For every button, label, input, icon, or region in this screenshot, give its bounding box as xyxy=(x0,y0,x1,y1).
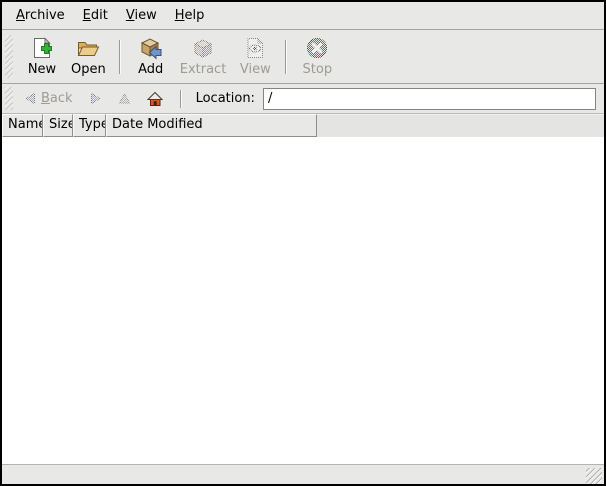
toolbar-separator xyxy=(285,40,287,74)
file-list-area[interactable] xyxy=(2,137,604,464)
menu-edit[interactable]: Edit xyxy=(75,5,116,26)
open-button[interactable]: Open xyxy=(65,35,112,78)
back-button-label: Back xyxy=(41,91,73,106)
up-arrow-icon xyxy=(118,92,131,105)
location-input[interactable] xyxy=(263,88,596,110)
forward-button xyxy=(84,89,107,108)
statusbar xyxy=(2,464,604,484)
open-button-label: Open xyxy=(71,62,106,77)
new-button[interactable]: New xyxy=(19,35,65,78)
home-icon xyxy=(147,91,163,107)
toolbar-drag-handle[interactable] xyxy=(5,35,13,78)
view-file-icon xyxy=(243,36,267,60)
menu-archive[interactable]: Archive xyxy=(8,5,73,26)
new-archive-icon xyxy=(30,36,54,60)
menu-help[interactable]: Help xyxy=(167,5,213,26)
back-button: Back xyxy=(19,88,78,109)
extract-package-icon xyxy=(191,36,215,60)
back-arrow-icon xyxy=(24,92,37,105)
stop-button: Stop xyxy=(294,35,340,78)
stop-icon xyxy=(305,36,329,60)
navigation-bar: Back xyxy=(2,84,604,114)
new-button-label: New xyxy=(28,62,56,77)
home-button[interactable] xyxy=(142,88,168,110)
main-toolbar: New Open Add xyxy=(2,30,604,84)
open-folder-icon xyxy=(76,36,100,60)
location-label: Location: xyxy=(196,91,255,106)
column-header-row: Name Size Type Date Modified xyxy=(2,114,604,137)
add-button-label: Add xyxy=(138,62,163,77)
archive-manager-window: Archive Edit View Help New xyxy=(0,0,606,486)
extract-button: Extract xyxy=(174,35,233,78)
column-header-size[interactable]: Size xyxy=(43,114,73,137)
stop-button-label: Stop xyxy=(303,62,333,77)
navbar-separator xyxy=(180,90,182,108)
menubar: Archive Edit View Help xyxy=(2,2,604,30)
up-button xyxy=(113,89,136,108)
column-header-type[interactable]: Type xyxy=(73,114,106,137)
column-header-name[interactable]: Name xyxy=(2,114,43,137)
navbar-drag-handle[interactable] xyxy=(5,87,13,110)
add-package-icon xyxy=(139,36,163,60)
view-button: View xyxy=(232,35,278,78)
toolbar-separator xyxy=(119,40,121,74)
add-button[interactable]: Add xyxy=(128,35,174,78)
column-header-date-modified[interactable]: Date Modified xyxy=(106,114,317,137)
extract-button-label: Extract xyxy=(180,62,227,77)
view-button-label: View xyxy=(240,62,271,77)
forward-arrow-icon xyxy=(89,92,102,105)
resize-grip[interactable] xyxy=(586,468,602,484)
menu-view[interactable]: View xyxy=(118,5,165,26)
column-header-filler xyxy=(317,114,604,137)
